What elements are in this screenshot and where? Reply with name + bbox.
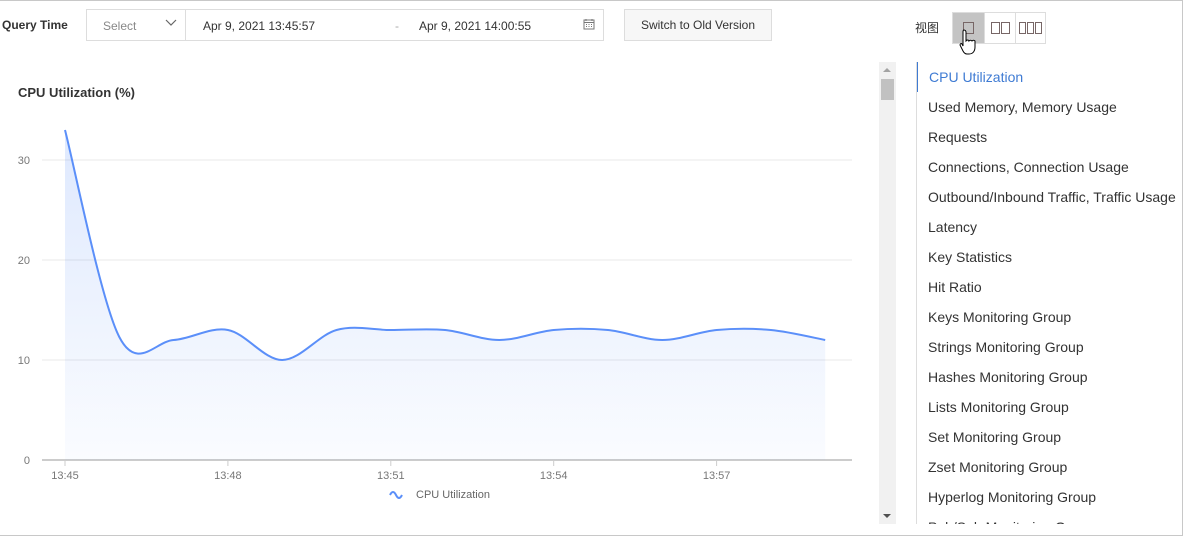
x-tick-label: 13:51 [377,470,405,482]
nav-item[interactable]: Keys Monitoring Group [917,302,1183,332]
hand-cursor-icon [959,29,976,55]
y-tick-label: 10 [18,355,30,367]
nav-item[interactable]: Outbound/Inbound Traffic, Traffic Usage [917,182,1183,212]
nav-item[interactable]: Zset Monitoring Group [917,452,1183,482]
layout-two-column-button[interactable] [984,13,1015,43]
time-preset-select[interactable]: Select [86,9,186,41]
cpu-utilization-chart: 0 10 20 30 13:45 13:48 13:51 13:54 13:57 CPU Util… [18,129,852,501]
nav-item[interactable]: Lists Monitoring Group [917,392,1183,422]
y-tick-label: 0 [24,455,30,467]
nav-item[interactable]: Requests [917,122,1183,152]
metric-nav: CPU Utilization Used Memory, Memory Usage… [916,62,1183,524]
nav-item[interactable]: Strings Monitoring Group [917,332,1183,362]
nav-item[interactable]: Connections, Connection Usage [917,152,1183,182]
calendar-icon[interactable] [583,18,595,30]
x-tick-label: 13:54 [540,470,568,482]
chart-title: CPU Utilization (%) [18,85,135,100]
scroll-down-icon[interactable] [883,514,891,518]
legend-line-icon [389,491,403,499]
nav-item[interactable]: Latency [917,212,1183,242]
legend-label[interactable]: CPU Utilization [416,489,490,501]
x-tick-label: 13:45 [51,470,79,482]
nav-item[interactable]: Key Statistics [917,242,1183,272]
scroll-thumb[interactable] [881,79,894,100]
query-time-label: Query Time [2,18,68,32]
chevron-down-icon [165,19,177,26]
nav-item[interactable]: Hit Ratio [917,272,1183,302]
nav-item[interactable]: Pub/Sub Monitoring Group [917,512,1183,524]
series-line [64,129,826,362]
end-time[interactable]: Apr 9, 2021 14:00:55 [419,19,531,33]
nav-item[interactable]: Hyperlog Monitoring Group [917,482,1183,512]
start-time[interactable]: Apr 9, 2021 13:45:57 [203,19,315,33]
nav-item[interactable]: Set Monitoring Group [917,422,1183,452]
view-label: 视图 [915,21,940,35]
column-icon [1035,22,1042,34]
column-icon [1019,22,1026,34]
nav-item[interactable]: CPU Utilization [917,62,1183,92]
y-tick-label: 30 [18,155,30,167]
switch-old-version-button[interactable]: Switch to Old Version [624,9,772,41]
scroll-up-icon[interactable] [883,68,891,72]
column-icon [990,22,1000,34]
select-placeholder: Select [103,19,137,33]
nav-item[interactable]: Used Memory, Memory Usage [917,92,1183,122]
chart-list-scrollbar[interactable] [879,62,896,524]
x-tick-label: 13:57 [703,470,731,482]
layout-three-column-button[interactable] [1015,13,1045,43]
series-area [65,130,826,460]
nav-item[interactable]: Hashes Monitoring Group [917,362,1183,392]
range-separator: - [395,19,399,33]
column-icon [1000,22,1010,34]
time-range-picker[interactable]: Apr 9, 2021 13:45:57 - Apr 9, 2021 14:00… [185,9,604,41]
y-tick-label: 20 [18,255,30,267]
column-icon [1027,22,1034,34]
x-tick-label: 13:48 [214,470,242,482]
